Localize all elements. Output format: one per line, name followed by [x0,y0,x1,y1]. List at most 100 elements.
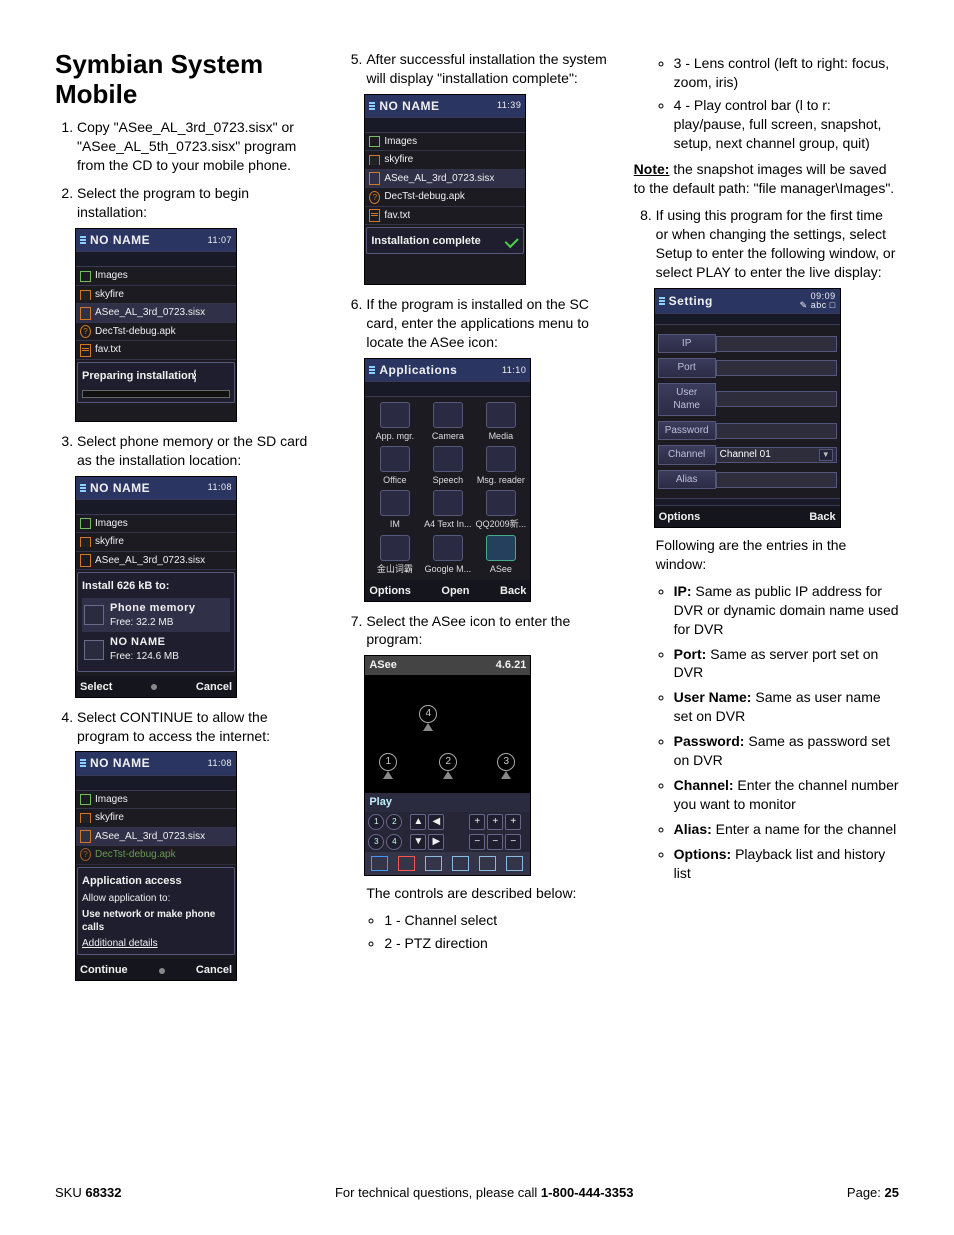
step-text: Select CONTINUE to allow the program to … [77,709,270,744]
step-3: Select phone memory or the SD card as th… [77,432,320,698]
step-text: Select phone memory or the SD card as th… [77,433,307,468]
fullscreen-icon[interactable] [398,856,415,871]
clock: 11:08 [208,759,232,768]
channel-4-button[interactable]: 4 [386,834,402,850]
channel-2-button[interactable]: 2 [386,814,402,830]
iris-minus-button[interactable]: − [505,834,521,850]
clock: 11:10 [502,366,526,375]
focus-minus-button[interactable]: − [487,834,503,850]
app-icon[interactable] [433,446,463,472]
row-images: Images [384,135,417,149]
screenshot-install-location: NO NAME11:08 Images skyfire ASee_AL_3rd_… [75,476,237,698]
softkey-cancel[interactable]: Cancel [196,680,232,695]
step-8: If using this program for the first time… [656,206,899,882]
entry-alias: Alias: Enter a name for the channel [674,820,899,839]
app-icon[interactable] [486,490,516,516]
sd-card-icon [84,640,104,660]
app-label: Msg. reader [477,475,525,485]
step-text: If the program is installed on the SC ca… [366,296,589,350]
ptz-up-button[interactable]: ▲ [410,814,426,830]
gear-icon [194,369,196,383]
softkey-select[interactable]: Select [80,680,112,695]
app-icon[interactable] [486,446,516,472]
app-icon[interactable] [433,402,463,428]
ptz-right-button[interactable]: ▶ [428,834,444,850]
entries-list: IP: Same as public IP address for DVR or… [656,582,899,882]
page-footer: SKU 68332 For technical questions, pleas… [0,1185,954,1200]
ptz-left-button[interactable]: ◀ [428,814,444,830]
shot-title: Setting [669,293,713,309]
iris-plus-button[interactable]: + [505,814,521,830]
zoom-plus-button[interactable]: + [469,814,485,830]
clock: 11:08 [208,483,232,492]
clock: 11:39 [497,101,521,110]
ip-input[interactable] [716,336,837,352]
softkey-open[interactable]: Open [441,584,469,599]
alias-input[interactable] [716,472,837,488]
app-icon[interactable] [380,402,410,428]
focus-plus-button[interactable]: + [487,814,503,830]
screenshot-asee-view: ASee4.6.21 1 2 3 4 Play 1 2 [364,655,531,876]
password-input[interactable] [716,423,837,439]
row-skyfire: skyfire [95,288,124,302]
setup-icon[interactable] [452,856,469,871]
snapshot-icon[interactable] [425,856,442,871]
app-icon[interactable] [380,490,410,516]
page-title: Symbian System Mobile [55,50,320,110]
softkey-continue[interactable]: Continue [80,963,128,978]
app-icon[interactable] [380,535,410,561]
channel-1-button[interactable]: 1 [368,814,384,830]
entry-ip: IP: Same as public IP address for DVR or… [674,582,899,639]
opt-phone-free: Free: 32.2 MB [110,617,173,628]
app-label: A4 Text In... [424,519,471,529]
footer-sku: SKU 68332 [55,1185,122,1200]
step-6: If the program is installed on the SC ca… [366,295,609,601]
file-icon [369,172,380,185]
channel-select[interactable]: Channel 01 [716,447,837,463]
asee-version: 4.6.21 [496,658,527,673]
opt-noname-free: Free: 124.6 MB [110,651,179,662]
next-group-icon[interactable] [479,856,496,871]
folder-icon [80,813,91,823]
softkey-back[interactable]: Back [809,510,835,525]
file-icon [80,554,91,567]
step-4: Select CONTINUE to allow the program to … [77,708,320,982]
play-icon[interactable] [371,856,388,871]
softkey-back[interactable]: Back [500,584,526,599]
port-input[interactable] [716,360,837,376]
entry-port: Port: Same as server port set on DVR [674,645,899,683]
ptz-down-button[interactable]: ▼ [410,834,426,850]
question-icon: ? [80,848,91,861]
row-dectst: DecTst-debug.apk [384,190,465,204]
step-list-cont: If using this program for the first time… [634,206,899,882]
row-dectst: DecTst-debug.apk [95,848,176,862]
additional-details[interactable]: Additional details [82,937,230,951]
page-body: Symbian System Mobile Copy "ASee_AL_3rd_… [0,0,954,1100]
softkey-options[interactable]: Options [659,510,701,525]
images-icon [369,136,380,147]
app-icon[interactable] [433,490,463,516]
user-label: User Name [658,383,716,416]
app-icon[interactable] [433,535,463,561]
softkey-options[interactable]: Options [369,584,411,599]
alias-label: Alias [658,470,716,490]
screenshot-applications: Applications11:10 App. mgr. Camera Media… [364,358,531,602]
quit-icon[interactable] [506,856,523,871]
channel-3-button[interactable]: 3 [368,834,384,850]
app-label: App. mgr. [376,431,415,441]
install-size-label: Install 626 kB to: [82,579,230,594]
asee-app-icon[interactable] [486,535,516,561]
zoom-minus-button[interactable]: − [469,834,485,850]
row-skyfire: skyfire [95,811,124,825]
row-asee: ASee_AL_3rd_0723.sisx [384,172,494,186]
entry-options: Options: Playback list and history list [674,845,899,883]
app-icon[interactable] [486,402,516,428]
softkey-cancel[interactable]: Cancel [196,963,232,978]
channel-label: Channel [658,445,716,465]
step-2: Select the program to begin installation… [77,184,320,421]
app-icon[interactable] [380,446,410,472]
progress-bar [82,390,230,398]
user-input[interactable] [716,391,837,407]
password-label: Password [658,421,716,441]
row-asee: ASee_AL_3rd_0723.sisx [95,830,205,844]
